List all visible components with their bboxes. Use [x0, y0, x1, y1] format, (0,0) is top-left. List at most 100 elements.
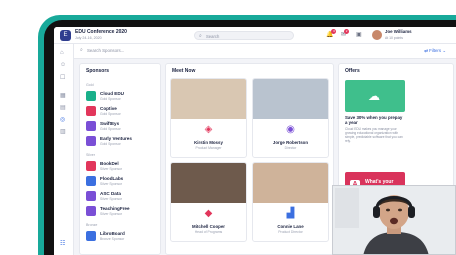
- offer-headline: Save 30% when you prepay a year: [345, 115, 403, 125]
- silver-group-label: Silver: [86, 153, 95, 157]
- sponsor-logo: [86, 161, 96, 171]
- sponsor-item[interactable]: Coptive Gold Sponsor: [86, 105, 156, 117]
- sponsor-tier: Gold Sponsor: [100, 97, 121, 101]
- sponsor-tier: Gold Sponsor: [100, 142, 121, 146]
- sponsor-name: BookDel: [100, 161, 119, 166]
- video-icon[interactable]: ▤: [60, 104, 66, 111]
- person-name: Connie Lane: [277, 224, 304, 229]
- person-name: Jorge Robertson: [272, 140, 309, 145]
- sponsor-name: Coptive: [100, 106, 117, 111]
- sponsor-item[interactable]: Early Ventures Gold Sponsor: [86, 135, 156, 147]
- sponsor-tier: Silver Sponsor: [100, 197, 123, 201]
- sponsor-item[interactable]: Cloud EDU Gold Sponsor: [86, 90, 156, 102]
- sponsor-logo: [86, 106, 96, 116]
- filters-button[interactable]: ⇄ Filters ⌄: [424, 48, 446, 54]
- offers-title: Offers: [345, 68, 360, 74]
- person-role: Head of Programs: [194, 230, 223, 234]
- person-card[interactable]: ◈ Kirstin Mossy Product Manager: [170, 78, 247, 158]
- sponsor-tier: Silver Sponsor: [100, 167, 123, 171]
- person-photo: [171, 163, 246, 203]
- sponsor-logo: [86, 91, 96, 101]
- sponsors-icon[interactable]: ◎: [60, 116, 65, 123]
- sponsor-tier: Silver Sponsor: [100, 212, 123, 216]
- notification-count-badge: 3: [331, 29, 337, 34]
- webcam-overlay: [332, 185, 456, 255]
- chat-nav-icon[interactable]: ☐: [60, 74, 65, 81]
- sponsor-tier: Silver Sponsor: [100, 182, 123, 186]
- company-logo-icon: ◈: [204, 124, 213, 135]
- sponsor-tier: Bronze Sponsor: [100, 237, 125, 241]
- left-nav-rail: ⌂ ☺ ☐ ▦ ▤ ◎ ▥ ☷: [54, 44, 74, 255]
- search-icon: ⌕: [199, 33, 202, 39]
- person-photo: [171, 79, 246, 119]
- search-icon: ⌕: [80, 47, 83, 53]
- sponsor-tier: Gold Sponsor: [100, 127, 121, 131]
- top-bar: E EDU Conference 2020 July 24-16, 2020 ⌕…: [54, 27, 456, 44]
- sponsor-search-input[interactable]: Search Sponsors...: [87, 48, 124, 53]
- documents-icon[interactable]: ▥: [60, 128, 66, 135]
- sponsor-logo: [86, 191, 96, 201]
- sponsor-tier: Gold Sponsor: [100, 112, 121, 116]
- bronze-group-label: Bronze: [86, 223, 98, 227]
- help-icon[interactable]: ☷: [60, 240, 65, 247]
- company-logo-icon: ◆: [204, 208, 213, 219]
- app-logo[interactable]: E: [60, 30, 71, 41]
- person-name: Kirstin Mossy: [194, 140, 223, 145]
- sponsor-logo: [86, 121, 96, 131]
- person-role: Director: [284, 146, 297, 150]
- grid-icon[interactable]: ▦: [60, 92, 66, 99]
- offer-description: Cloud EDU makes you manage your growing …: [345, 127, 403, 143]
- global-search-placeholder: Search: [206, 33, 220, 39]
- people-icon[interactable]: ☺: [60, 62, 66, 68]
- sponsor-logo: [86, 206, 96, 216]
- sponsor-name: Cloud EDU: [100, 91, 124, 96]
- sponsor-item[interactable]: FloodLabs Silver Sponsor: [86, 175, 156, 187]
- offer-card[interactable]: ☁ Save 30% when you prepay a year Cloud …: [345, 80, 405, 150]
- person-card[interactable]: ▟ Connie Lane Product Director: [252, 162, 329, 242]
- message-count-badge: 2: [344, 29, 350, 34]
- conference-date: July 24-16, 2020: [75, 36, 102, 40]
- sponsor-item[interactable]: LibroBoard Bronze Sponsor: [86, 230, 156, 242]
- sponsor-item[interactable]: SwiftEys Gold Sponsor: [86, 120, 156, 132]
- sponsor-name: FloodLabs: [100, 176, 124, 181]
- sponsor-name: LibroBoard: [100, 231, 125, 236]
- person-role: Product Director: [278, 230, 303, 234]
- sponsor-name: ASC Data: [100, 191, 121, 196]
- sponsor-logo: [86, 231, 96, 241]
- user-name: Joe Williams: [385, 29, 412, 34]
- calendar-icon: ▣: [356, 32, 362, 38]
- sponsor-item[interactable]: ASC Data Silver Sponsor: [86, 190, 156, 202]
- person-card[interactable]: ◉ Jorge Robertson Director: [252, 78, 329, 158]
- filters-label: Filters: [429, 48, 442, 53]
- user-avatar[interactable]: [372, 30, 382, 40]
- sponsor-name: SwiftEys: [100, 121, 120, 126]
- company-logo-icon: ◉: [286, 124, 295, 135]
- sponsor-item[interactable]: TeachingFree Silver Sponsor: [86, 205, 156, 217]
- user-subtitle: At 10 points: [385, 36, 403, 40]
- gold-group-label: Gold: [86, 83, 94, 87]
- sponsor-item[interactable]: BookDel Silver Sponsor: [86, 160, 156, 172]
- agenda-button[interactable]: ▣: [356, 31, 362, 38]
- presenter-video: [333, 186, 455, 254]
- conference-title: EDU Conference 2020: [75, 29, 127, 35]
- notifications-button[interactable]: 🔔 3: [326, 29, 337, 38]
- meet-now-title: Meet Now: [172, 68, 196, 74]
- sponsor-search-bar: ⌕ Search Sponsors... ⇄ Filters ⌄: [74, 44, 456, 59]
- person-photo: [253, 163, 328, 203]
- cloud-icon: ☁: [368, 89, 380, 103]
- sponsors-panel: Sponsors Gold Cloud EDU Gold Sponsor Cop…: [79, 63, 161, 255]
- sponsors-title: Sponsors: [86, 68, 110, 74]
- person-name: Mitchell Cooper: [192, 224, 225, 229]
- messages-button[interactable]: ✉ 2: [341, 29, 350, 38]
- person-card[interactable]: ◆ Mitchell Cooper Head of Programs: [170, 162, 247, 242]
- sponsor-name: Early Ventures: [100, 136, 132, 141]
- sponsor-logo: [86, 136, 96, 146]
- company-logo-icon: ▟: [286, 208, 295, 219]
- sponsor-name: TeachingFree: [100, 206, 130, 211]
- person-photo: [253, 79, 328, 119]
- meet-now-panel: Meet Now ◈ Kirstin Mossy Product Manager…: [165, 63, 334, 255]
- global-search-input[interactable]: ⌕ Search: [194, 31, 294, 40]
- sponsor-logo: [86, 176, 96, 186]
- home-icon[interactable]: ⌂: [60, 50, 64, 56]
- person-role: Product Manager: [195, 146, 222, 150]
